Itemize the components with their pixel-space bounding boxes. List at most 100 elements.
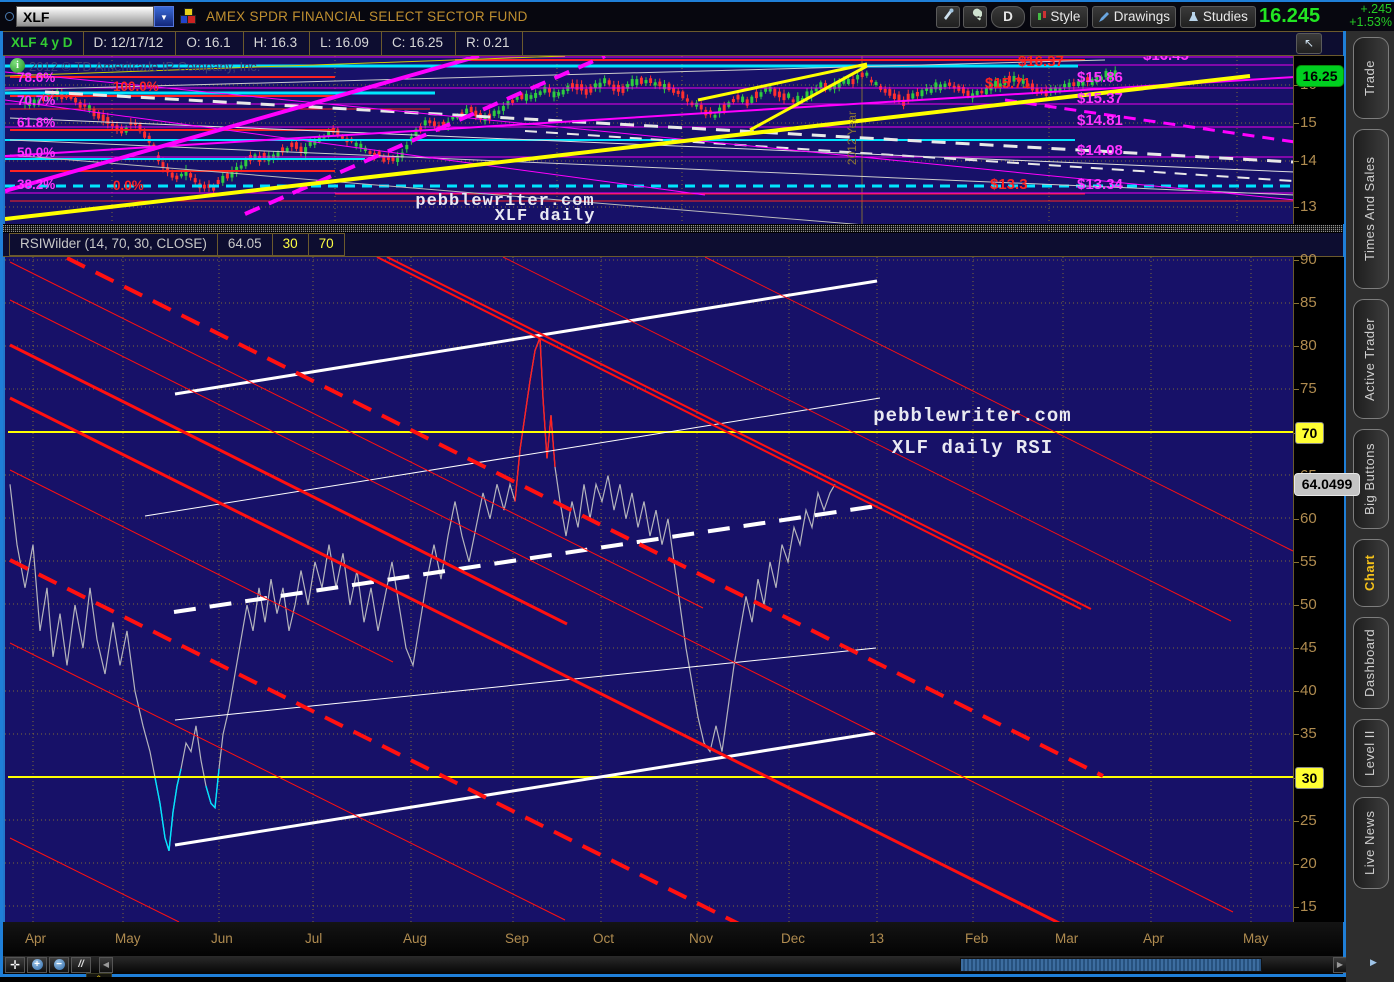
studies-button-label: Studies bbox=[1202, 9, 1248, 24]
price-axis-label: 13 bbox=[1294, 198, 1317, 215]
sidebar-collapse-arrow[interactable]: ▶ bbox=[1370, 957, 1377, 968]
rsi-chart-canvas bbox=[5, 257, 1295, 922]
dropper-icon bbox=[944, 8, 954, 20]
price-level-label: $14.08 bbox=[1077, 142, 1123, 159]
month-label: Apr bbox=[1143, 931, 1165, 946]
ohlc-cell: L: 16.09 bbox=[310, 32, 382, 55]
rsi-axis-label: 35 bbox=[1294, 725, 1317, 743]
scroll-left-button[interactable]: ◀ bbox=[99, 957, 113, 973]
zoom-in-button[interactable]: + bbox=[27, 957, 47, 973]
month-label: Mar bbox=[1055, 931, 1079, 946]
price-level-label: $13.3 bbox=[990, 176, 1028, 193]
sidebar-tab-level-ii[interactable]: Level II bbox=[1353, 719, 1389, 787]
price-level-label: $16.45 bbox=[1143, 56, 1189, 64]
pencil-icon bbox=[1098, 12, 1109, 22]
rsi-study-name[interactable]: RSIWilder (14, 70, 30, CLOSE) bbox=[9, 233, 218, 256]
title-bar: XLF ▼ AMEX SPDR FINANCIAL SELECT SECTOR … bbox=[0, 2, 1394, 31]
quick-chart-button[interactable] bbox=[936, 6, 960, 28]
rsi-axis-label: 20 bbox=[1294, 854, 1317, 872]
rsi-axis-label: 40 bbox=[1294, 682, 1317, 700]
fib-level-label: 38.2% bbox=[17, 177, 56, 192]
horizontal-scrollbar[interactable] bbox=[960, 958, 1262, 972]
zoom-in-icon: + bbox=[31, 959, 43, 970]
timeframe-button[interactable]: D bbox=[991, 6, 1025, 28]
year-marker-label: 2012 Year bbox=[845, 111, 859, 166]
style-button[interactable]: Style bbox=[1030, 6, 1088, 28]
month-label: May bbox=[115, 931, 141, 946]
rsi-overbought-badge: 70 bbox=[1295, 422, 1324, 444]
zoom-out-button[interactable]: − bbox=[49, 957, 69, 973]
month-label: Feb bbox=[965, 931, 989, 946]
rsi-axis-label: 90 bbox=[1294, 251, 1317, 268]
drawings-button[interactable]: Drawings bbox=[1092, 6, 1176, 28]
month-label: 13 bbox=[869, 931, 885, 946]
ohlc-cell: H: 16.3 bbox=[244, 32, 311, 55]
rsi-axis-label: 15 bbox=[1294, 897, 1317, 915]
rsi-axis-label: 50 bbox=[1294, 596, 1317, 613]
settings-button[interactable] bbox=[963, 6, 987, 28]
symbol-input[interactable]: XLF bbox=[16, 6, 154, 27]
fib-level-label: 0.0% bbox=[113, 178, 144, 193]
rsi-axis-label: 85 bbox=[1294, 294, 1317, 312]
rsi-axis-label: 75 bbox=[1294, 380, 1317, 398]
rsi-chart-panel[interactable]: pebblewriter.com XLF daily RSI bbox=[3, 257, 1295, 922]
scroll-right-button[interactable]: ▶ bbox=[1333, 957, 1347, 973]
thinkorswim-chart-window: XLF ▼ AMEX SPDR FINANCIAL SELECT SECTOR … bbox=[0, 0, 1394, 982]
sidebar-tab-live-news[interactable]: Live News bbox=[1353, 797, 1389, 889]
sidebar-tab-active-trader[interactable]: Active Trader bbox=[1353, 299, 1389, 419]
price-chart-panel[interactable]: i 2012 © TD Ameritrade IP Company, Inc. … bbox=[3, 56, 1295, 224]
sidebar-tab-trade[interactable]: Trade bbox=[1353, 37, 1389, 119]
window-bullet-icon bbox=[5, 12, 14, 21]
fib-level-label: 70.7% bbox=[17, 93, 56, 108]
month-label: Jul bbox=[305, 931, 323, 946]
bottom-strip bbox=[0, 977, 1394, 982]
ohlc-cells: D: 12/17/12 O: 16.1 H: 16.3 L: 16.09 C: 16.2… bbox=[84, 32, 523, 55]
studies-button[interactable]: Studies bbox=[1180, 6, 1256, 28]
rsi-watermark-chart-name: XLF daily RSI bbox=[891, 437, 1054, 459]
drawings-button-label: Drawings bbox=[1113, 9, 1171, 24]
price-axis-label: 15 bbox=[1294, 114, 1317, 131]
price-level-label: $15.86 bbox=[1077, 69, 1123, 86]
sidebar-tab-times-and-sales[interactable]: Times And Sales bbox=[1353, 129, 1389, 289]
symbol-dropdown-button[interactable]: ▼ bbox=[154, 6, 174, 27]
drawing-tool-button[interactable]: // bbox=[71, 957, 91, 973]
price-level-label: $15.71 bbox=[985, 75, 1031, 92]
month-label: Jun bbox=[211, 931, 233, 946]
ohlc-cell: O: 16.1 bbox=[176, 32, 244, 55]
wrench-icon bbox=[972, 8, 983, 21]
month-label: Apr bbox=[25, 931, 47, 946]
rsi-study-value: 64.05 bbox=[217, 233, 273, 256]
copyright-text: 2012 © TD Ameritrade IP Company, Inc. bbox=[29, 59, 261, 74]
sidebar-tab-dashboard[interactable]: Dashboard bbox=[1353, 617, 1389, 709]
rsi-axis-label: 80 bbox=[1294, 337, 1317, 355]
watermark-chart-name: XLF daily bbox=[494, 207, 596, 224]
panel-divider[interactable] bbox=[3, 224, 1343, 233]
rsi-axis-label: 45 bbox=[1294, 639, 1317, 657]
bottom-toolbar: ✛ + − // ◀ ▶ ◀▶ bbox=[3, 956, 1372, 974]
price-axis[interactable]: 16151413 16.25 bbox=[1293, 56, 1344, 224]
fib-level-label: 61.8% bbox=[17, 115, 56, 130]
rsi-watermark-site: pebblewriter.com bbox=[873, 405, 1072, 427]
rsi-axis-label: 55 bbox=[1294, 552, 1317, 570]
month-label: Oct bbox=[593, 931, 615, 946]
rsi-oversold-badge: 30 bbox=[1295, 767, 1324, 789]
fib-level-label: 100.0% bbox=[113, 79, 159, 94]
pointer-tool-button[interactable]: ↖ bbox=[1296, 33, 1322, 54]
price-level-label: $16.37 bbox=[1018, 56, 1064, 70]
ohlc-cell: C: 16.25 bbox=[382, 32, 456, 55]
pan-tool-button[interactable]: ✛ bbox=[5, 957, 25, 973]
rsi-axis[interactable]: 90858075706560555045403530252015 70 30 6… bbox=[1293, 251, 1360, 922]
last-price-badge: 16.25 bbox=[1296, 65, 1344, 87]
time-axis[interactable]: Apr May Jun Jul Aug Sep Oct Nov Dec 13 Feb Mar Apr Ma… bbox=[3, 922, 1343, 956]
style-button-label: Style bbox=[1050, 9, 1081, 24]
month-label: Aug bbox=[403, 931, 428, 946]
series-label: XLF 4 y D bbox=[3, 32, 84, 55]
link-square-red bbox=[187, 15, 196, 24]
link-color-icon[interactable] bbox=[180, 8, 198, 26]
gadget-sidebar: Trade Times And Sales Active Trader Big But… bbox=[1346, 31, 1394, 982]
candlestick-icon bbox=[1037, 11, 1046, 20]
rsi-axis-label: 60 bbox=[1294, 509, 1317, 527]
month-label: Nov bbox=[689, 931, 714, 946]
rsi-study-header: RSIWilder (14, 70, 30, CLOSE) 64.05 30 7… bbox=[3, 233, 1343, 257]
sidebar-tab-chart[interactable]: Chart bbox=[1353, 539, 1389, 607]
